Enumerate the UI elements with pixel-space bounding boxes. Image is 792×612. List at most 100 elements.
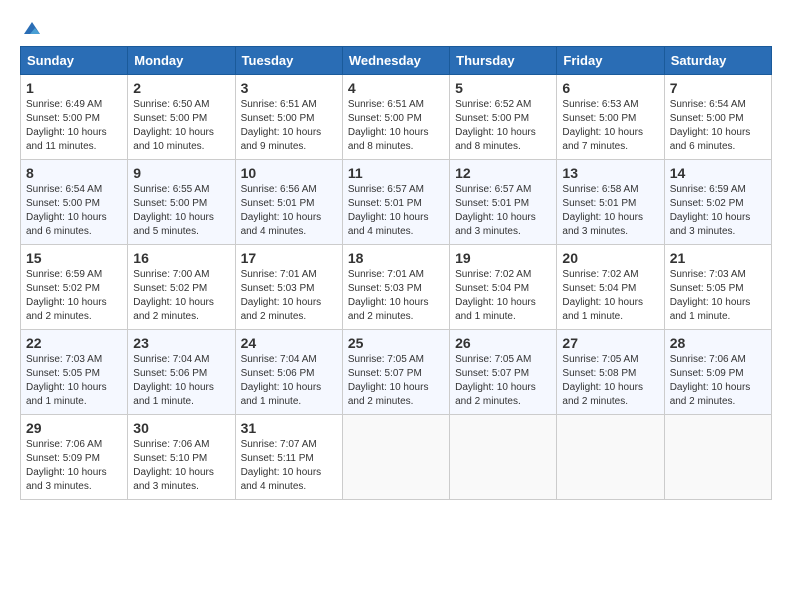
day-number: 21 bbox=[670, 250, 766, 266]
weekday-header-row: SundayMondayTuesdayWednesdayThursdayFrid… bbox=[21, 47, 772, 75]
day-number: 27 bbox=[562, 335, 658, 351]
day-number: 19 bbox=[455, 250, 551, 266]
calendar-cell: 12 Sunrise: 6:57 AMSunset: 5:01 PMDaylig… bbox=[450, 160, 557, 245]
weekday-header-tuesday: Tuesday bbox=[235, 47, 342, 75]
day-number: 11 bbox=[348, 165, 444, 181]
calendar-cell: 28 Sunrise: 7:06 AMSunset: 5:09 PMDaylig… bbox=[664, 330, 771, 415]
calendar-week-row: 1 Sunrise: 6:49 AMSunset: 5:00 PMDayligh… bbox=[21, 75, 772, 160]
calendar-week-row: 29 Sunrise: 7:06 AMSunset: 5:09 PMDaylig… bbox=[21, 415, 772, 500]
day-info: Sunrise: 6:58 AMSunset: 5:01 PMDaylight:… bbox=[562, 184, 643, 237]
day-info: Sunrise: 7:06 AMSunset: 5:10 PMDaylight:… bbox=[133, 439, 214, 492]
weekday-header-wednesday: Wednesday bbox=[342, 47, 449, 75]
calendar-cell: 4 Sunrise: 6:51 AMSunset: 5:00 PMDayligh… bbox=[342, 75, 449, 160]
day-number: 10 bbox=[241, 165, 337, 181]
day-info: Sunrise: 6:53 AMSunset: 5:00 PMDaylight:… bbox=[562, 99, 643, 152]
day-info: Sunrise: 7:03 AMSunset: 5:05 PMDaylight:… bbox=[670, 269, 751, 322]
calendar-cell: 20 Sunrise: 7:02 AMSunset: 5:04 PMDaylig… bbox=[557, 245, 664, 330]
calendar-cell: 11 Sunrise: 6:57 AMSunset: 5:01 PMDaylig… bbox=[342, 160, 449, 245]
calendar-cell: 31 Sunrise: 7:07 AMSunset: 5:11 PMDaylig… bbox=[235, 415, 342, 500]
calendar-cell: 13 Sunrise: 6:58 AMSunset: 5:01 PMDaylig… bbox=[557, 160, 664, 245]
calendar-cell: 8 Sunrise: 6:54 AMSunset: 5:00 PMDayligh… bbox=[21, 160, 128, 245]
calendar-cell: 3 Sunrise: 6:51 AMSunset: 5:00 PMDayligh… bbox=[235, 75, 342, 160]
day-info: Sunrise: 7:05 AMSunset: 5:07 PMDaylight:… bbox=[348, 354, 429, 407]
calendar-cell: 5 Sunrise: 6:52 AMSunset: 5:00 PMDayligh… bbox=[450, 75, 557, 160]
day-number: 14 bbox=[670, 165, 766, 181]
day-info: Sunrise: 6:50 AMSunset: 5:00 PMDaylight:… bbox=[133, 99, 214, 152]
calendar-cell: 2 Sunrise: 6:50 AMSunset: 5:00 PMDayligh… bbox=[128, 75, 235, 160]
weekday-header-thursday: Thursday bbox=[450, 47, 557, 75]
weekday-header-saturday: Saturday bbox=[664, 47, 771, 75]
logo bbox=[20, 20, 42, 40]
calendar-cell bbox=[557, 415, 664, 500]
day-number: 12 bbox=[455, 165, 551, 181]
day-number: 9 bbox=[133, 165, 229, 181]
calendar-cell: 23 Sunrise: 7:04 AMSunset: 5:06 PMDaylig… bbox=[128, 330, 235, 415]
calendar-cell: 26 Sunrise: 7:05 AMSunset: 5:07 PMDaylig… bbox=[450, 330, 557, 415]
calendar-week-row: 8 Sunrise: 6:54 AMSunset: 5:00 PMDayligh… bbox=[21, 160, 772, 245]
day-number: 22 bbox=[26, 335, 122, 351]
day-number: 20 bbox=[562, 250, 658, 266]
weekday-header-sunday: Sunday bbox=[21, 47, 128, 75]
day-number: 23 bbox=[133, 335, 229, 351]
day-number: 30 bbox=[133, 420, 229, 436]
day-number: 13 bbox=[562, 165, 658, 181]
day-number: 8 bbox=[26, 165, 122, 181]
calendar-cell: 9 Sunrise: 6:55 AMSunset: 5:00 PMDayligh… bbox=[128, 160, 235, 245]
day-number: 29 bbox=[26, 420, 122, 436]
day-number: 26 bbox=[455, 335, 551, 351]
calendar-cell: 14 Sunrise: 6:59 AMSunset: 5:02 PMDaylig… bbox=[664, 160, 771, 245]
calendar-cell: 6 Sunrise: 6:53 AMSunset: 5:00 PMDayligh… bbox=[557, 75, 664, 160]
day-info: Sunrise: 6:59 AMSunset: 5:02 PMDaylight:… bbox=[670, 184, 751, 237]
day-number: 5 bbox=[455, 80, 551, 96]
day-number: 4 bbox=[348, 80, 444, 96]
calendar-cell bbox=[664, 415, 771, 500]
day-info: Sunrise: 6:51 AMSunset: 5:00 PMDaylight:… bbox=[241, 99, 322, 152]
calendar-cell: 17 Sunrise: 7:01 AMSunset: 5:03 PMDaylig… bbox=[235, 245, 342, 330]
calendar-cell: 30 Sunrise: 7:06 AMSunset: 5:10 PMDaylig… bbox=[128, 415, 235, 500]
calendar-table: SundayMondayTuesdayWednesdayThursdayFrid… bbox=[20, 46, 772, 500]
day-number: 3 bbox=[241, 80, 337, 96]
day-info: Sunrise: 6:54 AMSunset: 5:00 PMDaylight:… bbox=[26, 184, 107, 237]
day-info: Sunrise: 7:06 AMSunset: 5:09 PMDaylight:… bbox=[26, 439, 107, 492]
day-info: Sunrise: 6:51 AMSunset: 5:00 PMDaylight:… bbox=[348, 99, 429, 152]
calendar-cell: 25 Sunrise: 7:05 AMSunset: 5:07 PMDaylig… bbox=[342, 330, 449, 415]
day-info: Sunrise: 7:03 AMSunset: 5:05 PMDaylight:… bbox=[26, 354, 107, 407]
calendar-cell: 29 Sunrise: 7:06 AMSunset: 5:09 PMDaylig… bbox=[21, 415, 128, 500]
day-number: 2 bbox=[133, 80, 229, 96]
calendar-cell bbox=[450, 415, 557, 500]
day-number: 28 bbox=[670, 335, 766, 351]
calendar-cell: 21 Sunrise: 7:03 AMSunset: 5:05 PMDaylig… bbox=[664, 245, 771, 330]
day-info: Sunrise: 7:04 AMSunset: 5:06 PMDaylight:… bbox=[133, 354, 214, 407]
day-info: Sunrise: 6:57 AMSunset: 5:01 PMDaylight:… bbox=[348, 184, 429, 237]
day-info: Sunrise: 6:54 AMSunset: 5:00 PMDaylight:… bbox=[670, 99, 751, 152]
day-info: Sunrise: 6:56 AMSunset: 5:01 PMDaylight:… bbox=[241, 184, 322, 237]
calendar-week-row: 15 Sunrise: 6:59 AMSunset: 5:02 PMDaylig… bbox=[21, 245, 772, 330]
day-info: Sunrise: 6:55 AMSunset: 5:00 PMDaylight:… bbox=[133, 184, 214, 237]
day-number: 17 bbox=[241, 250, 337, 266]
day-info: Sunrise: 6:59 AMSunset: 5:02 PMDaylight:… bbox=[26, 269, 107, 322]
day-info: Sunrise: 7:05 AMSunset: 5:08 PMDaylight:… bbox=[562, 354, 643, 407]
day-info: Sunrise: 7:02 AMSunset: 5:04 PMDaylight:… bbox=[562, 269, 643, 322]
day-info: Sunrise: 7:01 AMSunset: 5:03 PMDaylight:… bbox=[348, 269, 429, 322]
calendar-cell: 16 Sunrise: 7:00 AMSunset: 5:02 PMDaylig… bbox=[128, 245, 235, 330]
day-info: Sunrise: 7:04 AMSunset: 5:06 PMDaylight:… bbox=[241, 354, 322, 407]
calendar-cell: 15 Sunrise: 6:59 AMSunset: 5:02 PMDaylig… bbox=[21, 245, 128, 330]
day-info: Sunrise: 7:06 AMSunset: 5:09 PMDaylight:… bbox=[670, 354, 751, 407]
day-info: Sunrise: 7:07 AMSunset: 5:11 PMDaylight:… bbox=[241, 439, 322, 492]
day-info: Sunrise: 7:00 AMSunset: 5:02 PMDaylight:… bbox=[133, 269, 214, 322]
day-number: 15 bbox=[26, 250, 122, 266]
calendar-cell: 27 Sunrise: 7:05 AMSunset: 5:08 PMDaylig… bbox=[557, 330, 664, 415]
day-number: 18 bbox=[348, 250, 444, 266]
calendar-cell: 10 Sunrise: 6:56 AMSunset: 5:01 PMDaylig… bbox=[235, 160, 342, 245]
day-number: 31 bbox=[241, 420, 337, 436]
calendar-cell: 24 Sunrise: 7:04 AMSunset: 5:06 PMDaylig… bbox=[235, 330, 342, 415]
logo-icon bbox=[22, 20, 42, 40]
calendar-week-row: 22 Sunrise: 7:03 AMSunset: 5:05 PMDaylig… bbox=[21, 330, 772, 415]
calendar-cell: 7 Sunrise: 6:54 AMSunset: 5:00 PMDayligh… bbox=[664, 75, 771, 160]
day-number: 16 bbox=[133, 250, 229, 266]
weekday-header-friday: Friday bbox=[557, 47, 664, 75]
calendar-cell: 22 Sunrise: 7:03 AMSunset: 5:05 PMDaylig… bbox=[21, 330, 128, 415]
day-info: Sunrise: 7:01 AMSunset: 5:03 PMDaylight:… bbox=[241, 269, 322, 322]
calendar-cell: 19 Sunrise: 7:02 AMSunset: 5:04 PMDaylig… bbox=[450, 245, 557, 330]
calendar-cell: 1 Sunrise: 6:49 AMSunset: 5:00 PMDayligh… bbox=[21, 75, 128, 160]
